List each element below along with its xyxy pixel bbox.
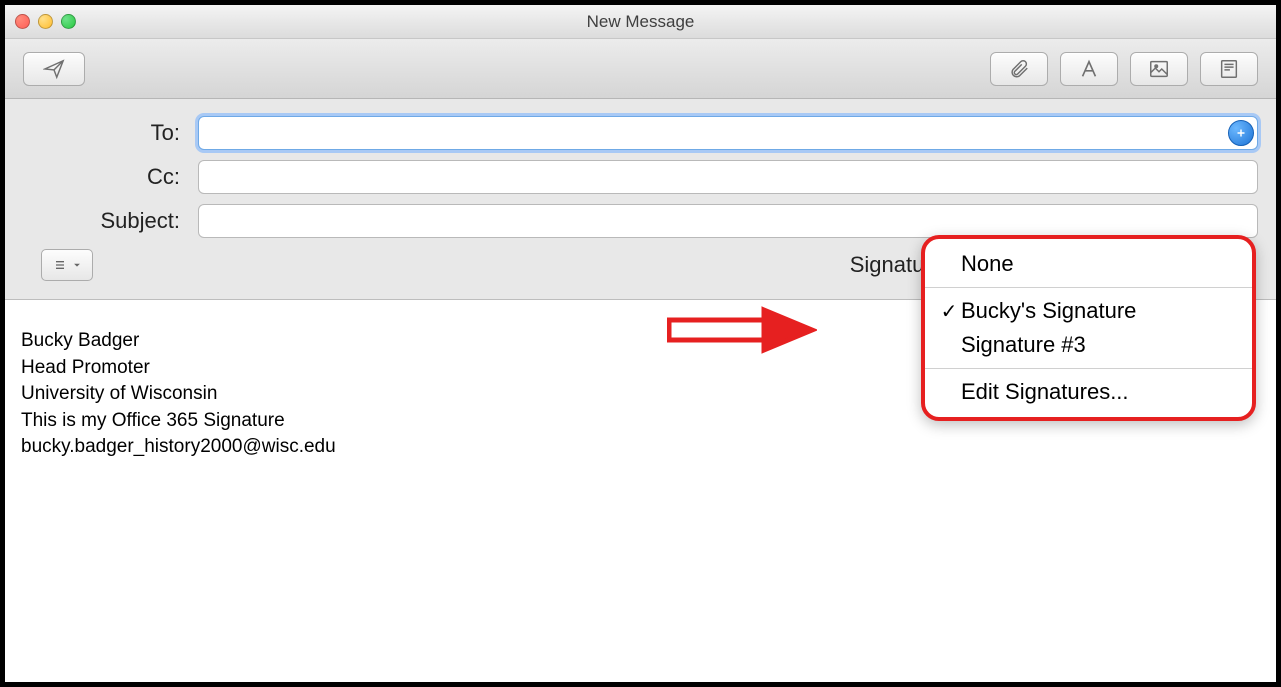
- subject-input[interactable]: [198, 204, 1258, 238]
- minimize-window-button[interactable]: [38, 14, 53, 29]
- annotation-arrow-icon: [667, 305, 817, 355]
- paper-plane-icon: [43, 58, 65, 80]
- format-button[interactable]: [1060, 52, 1118, 86]
- signature-menu-item-edit[interactable]: Edit Signatures...: [925, 375, 1252, 409]
- window-title: New Message: [5, 12, 1276, 32]
- signature-line: bucky.badger_history2000@wisc.edu: [21, 434, 1260, 461]
- zoom-window-button[interactable]: [61, 14, 76, 29]
- menu-separator: [925, 287, 1252, 288]
- menu-separator: [925, 368, 1252, 369]
- cc-row: Cc:: [23, 155, 1258, 199]
- cc-input[interactable]: [198, 160, 1258, 194]
- chevron-down-icon: [72, 260, 82, 270]
- header-options-button[interactable]: [41, 249, 93, 281]
- send-button[interactable]: [23, 52, 85, 86]
- plus-circle-icon: [1234, 126, 1248, 140]
- signature-menu-item-buckys[interactable]: ✓ Bucky's Signature: [925, 294, 1252, 328]
- list-icon: [52, 257, 68, 273]
- check-icon: ✓: [937, 299, 961, 324]
- stationery-button[interactable]: [1200, 52, 1258, 86]
- titlebar: New Message: [5, 5, 1276, 39]
- to-row: To:: [23, 111, 1258, 155]
- attach-button[interactable]: [990, 52, 1048, 86]
- add-recipient-button[interactable]: [1228, 120, 1254, 146]
- signature-menu-item-sig3[interactable]: Signature #3: [925, 328, 1252, 362]
- window-controls: [15, 14, 76, 29]
- paperclip-icon: [1008, 58, 1030, 80]
- signature-menu-item-label: Bucky's Signature: [961, 298, 1136, 324]
- signature-menu-item-none[interactable]: None: [925, 247, 1252, 281]
- compose-window: New Message: [0, 0, 1281, 687]
- stationery-icon: [1218, 58, 1240, 80]
- to-label: To:: [23, 120, 198, 146]
- photo-icon: [1148, 58, 1170, 80]
- signature-menu-item-label: Edit Signatures...: [961, 379, 1129, 405]
- to-input[interactable]: [198, 116, 1258, 150]
- toolbar: [5, 39, 1276, 99]
- signature-menu: None ✓ Bucky's Signature Signature #3 Ed…: [921, 235, 1256, 421]
- signature-menu-item-label: Signature #3: [961, 332, 1086, 358]
- subject-label: Subject:: [23, 208, 198, 234]
- close-window-button[interactable]: [15, 14, 30, 29]
- photo-browser-button[interactable]: [1130, 52, 1188, 86]
- font-icon: [1078, 58, 1100, 80]
- signature-menu-item-label: None: [961, 251, 1014, 277]
- cc-label: Cc:: [23, 164, 198, 190]
